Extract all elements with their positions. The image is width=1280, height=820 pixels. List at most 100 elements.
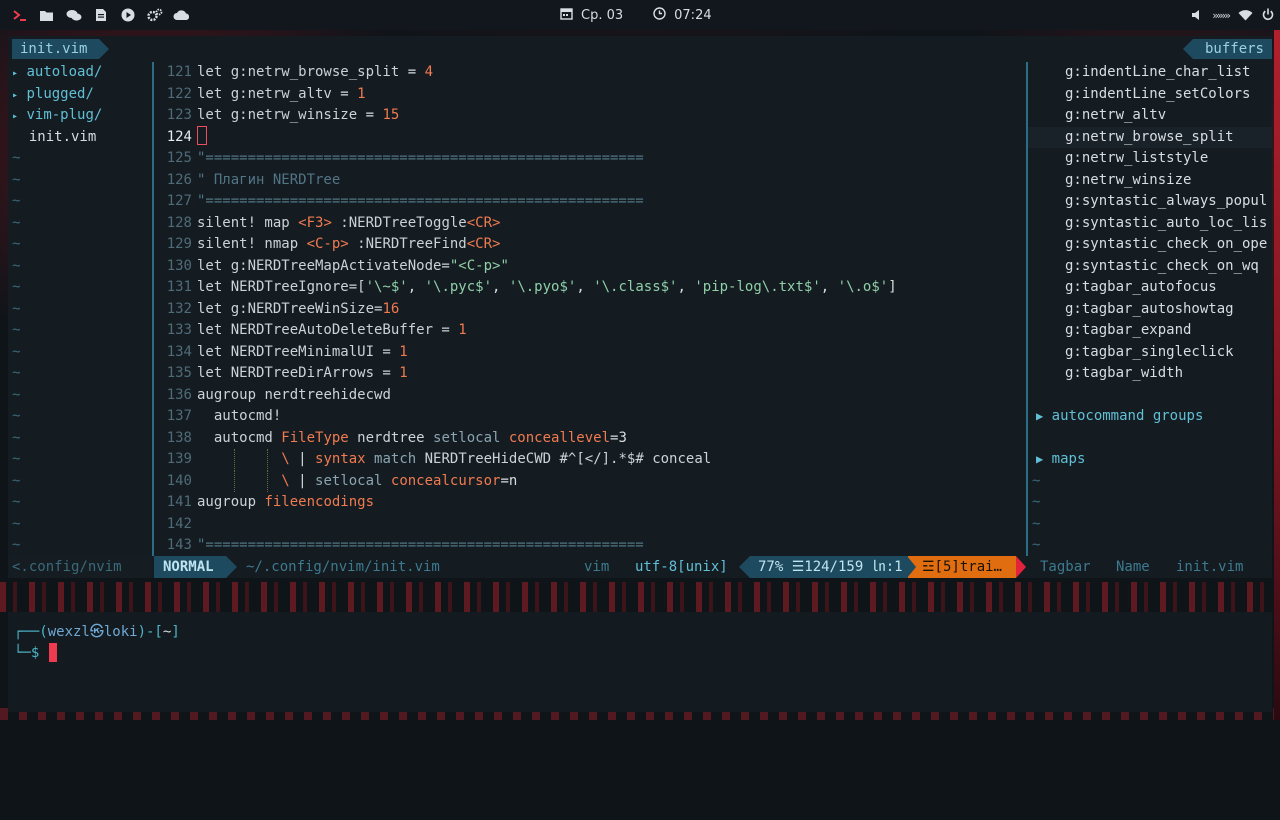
tab-init-vim[interactable]: init.vim <box>12 39 110 59</box>
cloud-icon[interactable] <box>168 0 195 30</box>
code-line[interactable]: 132 let g:NERDTreeWinSize=16 <box>154 299 1026 321</box>
code-line[interactable]: 135 let NERDTreeDirArrows = 1 <box>154 363 1026 385</box>
prompt-line-2[interactable]: └─$ <box>14 642 58 663</box>
tilde-filler: ~ <box>12 451 21 467</box>
tilde-filler: ~ <box>12 257 21 274</box>
tree-item-plugged[interactable]: ▸ plugged/ <box>12 84 94 106</box>
code-line[interactable]: 121 let g:netrw_browse_split = 4 <box>154 62 1026 84</box>
tagbar-tag[interactable]: g:syntastic_always_popul <box>1028 191 1272 213</box>
collapsed-triangle-icon: ▶ <box>1036 452 1044 466</box>
tilde-filler: ~ <box>12 279 21 295</box>
code-line[interactable]: 130 let g:NERDTreeMapActivateNode="<C-p>" <box>154 256 1026 278</box>
tagbar-tag[interactable]: g:syntastic_check_on_ope <box>1028 234 1272 256</box>
expand-arrow-icon: ▸ <box>12 111 19 122</box>
tagbar-tag[interactable]: g:tagbar_autoshowtag <box>1028 299 1272 321</box>
code-line[interactable]: 127 "====================================… <box>154 191 1026 213</box>
tagbar-tag[interactable]: g:indentLine_setColors <box>1028 84 1272 106</box>
code-line[interactable]: 125 "====================================… <box>154 148 1026 170</box>
status-position: 77% ☰124/159 ㏑:1 <box>739 556 908 578</box>
neovim-window: init.vim buffers ▸ autoload/ ▸ plugged/ … <box>8 36 1272 578</box>
code-line[interactable]: 128 silent! map <F3> :NERDTreeToggle<CR> <box>154 213 1026 235</box>
tilde-filler: ~ <box>12 236 21 252</box>
settings-cogs-icon[interactable] <box>141 0 168 30</box>
calendar-icon <box>560 7 573 24</box>
chat-icon[interactable] <box>60 0 87 30</box>
tilde-filler: ~ <box>12 429 21 446</box>
tree-item-autoload[interactable]: ▸ autoload/ <box>12 62 102 84</box>
tilde-filler: ~ <box>12 386 21 403</box>
tilde-filler: ~ <box>12 193 21 209</box>
code-line[interactable]: 123 let g:netrw_winsize = 15 <box>154 105 1026 127</box>
tagbar-tag[interactable]: g:tagbar_width <box>1028 363 1272 385</box>
status-filetype: vim <box>584 559 610 575</box>
code-line[interactable]: 141 augroup fileencodings <box>154 492 1026 514</box>
tilde-filler: ~ <box>12 365 21 381</box>
tilde-filler: ~ <box>1032 472 1041 489</box>
tilde-filler: ~ <box>12 408 21 424</box>
tagbar-tag[interactable]: g:netrw_liststyle <box>1028 148 1272 170</box>
code-line[interactable]: 139 \ | syntax match NERDTreeHideCWD #^[… <box>154 449 1026 471</box>
code-line[interactable]: 134 let NERDTreeMinimalUI = 1 <box>154 342 1026 364</box>
tagbar-group-maps[interactable]: ▶ maps <box>1028 449 1272 471</box>
code-line[interactable]: 142 <box>154 514 1026 536</box>
collapsed-triangle-icon: ▶ <box>1036 409 1044 423</box>
code-line[interactable]: 129 silent! nmap <C-p> :NERDTreeFind<CR> <box>154 234 1026 256</box>
editor-pane[interactable]: 121 let g:netrw_browse_split = 4 122 let g… <box>154 62 1026 556</box>
tilde-filler: ~ <box>12 494 21 510</box>
tilde-filler: ~ <box>12 343 21 360</box>
system-tray: ››››››› <box>1191 0 1274 30</box>
tagbar-tag[interactable]: g:netrw_winsize <box>1028 170 1272 192</box>
tagbar-tag[interactable]: g:indentLine_char_list <box>1028 62 1272 84</box>
play-icon[interactable] <box>114 0 141 30</box>
expand-arrow-icon: ▸ <box>12 89 19 101</box>
folder-icon[interactable] <box>33 0 60 30</box>
tree-item-vim-plug[interactable]: ▸ vim-plug/ <box>12 105 102 127</box>
document-icon[interactable] <box>87 0 114 30</box>
launcher-icons <box>6 0 195 30</box>
code-line[interactable]: 122 let g:netrw_altv = 1 <box>154 84 1026 106</box>
tilde-filler: ~ <box>12 322 21 338</box>
nerdtree-pane: ▸ autoload/ ▸ plugged/ ▸ vim-plug/ init.… <box>8 62 148 556</box>
status-warning: ☲[5]trai… <box>907 556 1026 578</box>
status-encoding: utf-8[unix] <box>635 559 728 575</box>
tagbar-tag[interactable]: g:netrw_altv <box>1028 105 1272 127</box>
statusline: <.config/nvim NORMAL ~/.config/nvim/init… <box>8 556 1272 578</box>
tagbar-tag[interactable]: g:tagbar_autofocus <box>1028 277 1272 299</box>
wifi-icon[interactable] <box>1238 6 1253 25</box>
code-line-current[interactable]: 124 <box>154 126 1026 149</box>
status-file-path: ~/.config/nvim/init.vim <box>246 559 440 575</box>
tagbar-tag[interactable]: g:tagbar_expand <box>1028 320 1272 342</box>
tagbar-tag[interactable]: g:syntastic_auto_loc_lis <box>1028 213 1272 235</box>
tree-item-init-vim[interactable]: init.vim <box>12 127 96 149</box>
date-text: Ср. 03 <box>581 7 624 23</box>
tilde-filler: ~ <box>12 150 21 166</box>
code-line[interactable]: 138 autocmd FileType nerdtree setlocal c… <box>154 428 1026 450</box>
tilde-filler: ~ <box>12 537 21 553</box>
power-icon[interactable] <box>1262 6 1274 25</box>
tagbar-tag[interactable]: g:tagbar_singleclick <box>1028 342 1272 364</box>
code-line[interactable]: 143 "====================================… <box>154 535 1026 556</box>
prompt-line-1: ┌──(wexzl㉿loki)-[~] <box>14 624 180 640</box>
code-line[interactable]: 131 let NERDTreeIgnore=['\~$', '\.pyc$', … <box>154 277 1026 299</box>
terminal-icon[interactable] <box>6 0 33 30</box>
clock-icon <box>653 6 666 24</box>
tagbar-pane: g:indentLine_char_list g:indentLine_setCo… <box>1028 62 1272 556</box>
tagbar-tag[interactable]: g:netrw_browse_split <box>1028 126 1272 148</box>
clock-area[interactable]: Ср. 03 07:24 <box>560 0 712 30</box>
tilde-filler: ~ <box>1032 537 1041 553</box>
code-line[interactable]: 140 \ | setlocal concealcursor=n <box>154 470 1026 492</box>
time-text: 07:24 <box>674 7 712 23</box>
code-line[interactable]: 137 autocmd! <box>154 406 1026 428</box>
speaker-icon[interactable] <box>1191 6 1203 25</box>
tagbar-tag[interactable]: g:syntastic_check_on_wq <box>1028 256 1272 278</box>
terminal-window[interactable]: ┌──(wexzl㉿loki)-[~] └─$ <box>8 612 1272 712</box>
code-line[interactable]: 133 let NERDTreeAutoDeleteBuffer = 1 <box>154 320 1026 342</box>
tab-buffers[interactable]: buffers <box>1182 39 1272 59</box>
volume-level-chevrons: ››››››› <box>1212 8 1231 22</box>
code-line[interactable]: 136 augroup nerdtreehidecwd <box>154 385 1026 407</box>
tagbar-group-autocommand-groups[interactable]: ▶ autocommand groups <box>1028 406 1272 428</box>
tilde-filler: ~ <box>12 300 21 317</box>
top-panel: Ср. 03 07:24 ››››››› <box>0 0 1280 30</box>
code-line[interactable]: 126 " Плагин NERDTree <box>154 170 1026 192</box>
text-cursor <box>197 126 207 145</box>
